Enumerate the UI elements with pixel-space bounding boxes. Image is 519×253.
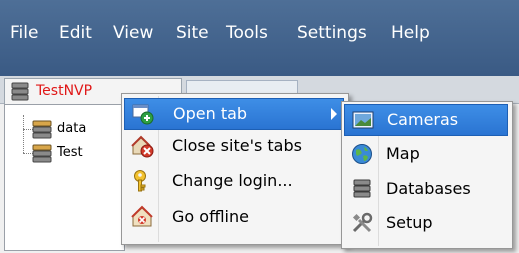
cameras-icon <box>351 108 375 132</box>
menu-item-label: Databases <box>386 179 471 198</box>
menu-item-label: Cameras <box>387 110 459 129</box>
menu-item-label: Setup <box>386 213 433 232</box>
tree-item-label: Test <box>57 145 83 160</box>
submenu-item-cameras[interactable]: Cameras <box>344 104 508 136</box>
menu-item-close-site-tabs[interactable]: Close site's tabs <box>124 131 344 161</box>
submenu-item-map[interactable]: Map <box>344 139 508 169</box>
database-icon <box>31 143 53 169</box>
tree-item-label: data <box>57 121 87 136</box>
key-icon <box>130 169 154 193</box>
database-icon <box>31 119 53 145</box>
menu-item-label: Open tab <box>173 104 248 123</box>
menu-file[interactable]: File <box>10 22 38 44</box>
menu-help[interactable]: Help <box>391 22 430 44</box>
menu-item-change-login[interactable]: Change login... <box>124 166 344 196</box>
submenu-item-databases[interactable]: Databases <box>344 174 508 204</box>
menu-edit[interactable]: Edit <box>59 22 92 44</box>
submenu-item-setup[interactable]: Setup <box>344 208 508 238</box>
menu-item-label: Close site's tabs <box>172 136 302 155</box>
submenu-arrow-icon <box>331 108 337 120</box>
menu-item-label: Go offline <box>172 207 249 226</box>
database-icon <box>350 177 374 201</box>
tree-connector <box>23 115 24 153</box>
menu-item-label: Change login... <box>172 171 293 190</box>
globe-icon <box>350 142 374 166</box>
tools-icon <box>350 211 374 235</box>
go-offline-icon <box>130 205 154 229</box>
menu-item-open-tab[interactable]: Open tab <box>124 98 344 130</box>
site-tree: data Test <box>4 104 125 251</box>
open-tab-icon <box>131 102 155 126</box>
menu-settings[interactable]: Settings <box>297 22 367 44</box>
close-tabs-icon <box>130 134 154 158</box>
submenu-open-tab: Cameras Map Databases Setup <box>341 101 513 249</box>
menu-item-label: Map <box>386 144 420 163</box>
database-icon <box>10 82 30 106</box>
menu-bar: File Edit View Site Tools Settings Help <box>0 0 519 76</box>
menu-site[interactable]: Site <box>176 22 209 44</box>
menu-item-go-offline[interactable]: Go offline <box>124 202 344 232</box>
context-menu: Open tab Close site's tabs Change login.… <box>121 93 349 245</box>
menu-view[interactable]: View <box>113 22 153 44</box>
site-tab-label: TestNVP <box>36 83 93 99</box>
menu-tools[interactable]: Tools <box>226 22 268 44</box>
